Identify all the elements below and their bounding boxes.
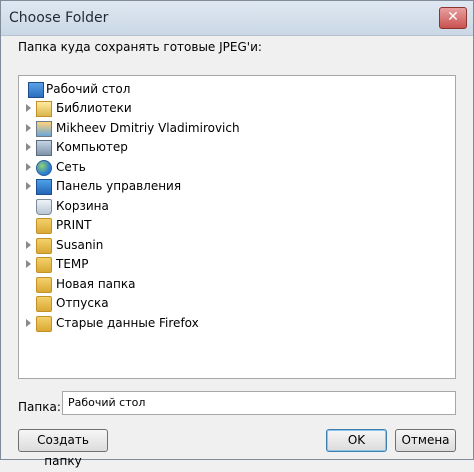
- tree-item-susanin[interactable]: Susanin: [19, 236, 455, 256]
- window-title: Choose Folder: [9, 10, 109, 26]
- expand-arrow-icon[interactable]: [26, 124, 31, 132]
- tree-item-label: Susanin: [56, 238, 104, 252]
- tree-item-control-panel[interactable]: Панель управления: [19, 177, 455, 197]
- cancel-button[interactable]: Отмена: [395, 429, 456, 452]
- tree-item-label: Панель управления: [56, 179, 182, 193]
- tree-item-label: Отпуска: [56, 296, 109, 310]
- tree-item-desktop[interactable]: Рабочий стол: [19, 80, 455, 100]
- expand-arrow-icon[interactable]: [26, 241, 31, 249]
- expand-arrow-icon[interactable]: [26, 163, 31, 171]
- libraries-folder-icon: [36, 101, 52, 117]
- computer-icon: [36, 140, 52, 156]
- tree-item-label: Сеть: [56, 160, 86, 174]
- prompt-label: Папка куда сохранять готовые JPEG'и:: [18, 40, 262, 54]
- folder-input[interactable]: Рабочий стол: [62, 391, 456, 415]
- folder-tree[interactable]: Рабочий стол Библиотеки Mikheev Dmitriy …: [18, 75, 456, 379]
- tree-item-label: Библиотеки: [56, 101, 132, 115]
- new-folder-button[interactable]: Создать папку: [18, 429, 108, 468]
- tree-item-vacations[interactable]: Отпуска: [19, 294, 455, 314]
- tree-item-label: TEMP: [56, 257, 89, 271]
- tree-item-label: Компьютер: [56, 140, 128, 154]
- tree-item-label: Корзина: [56, 199, 109, 213]
- title-bar: Choose Folder ✕: [1, 1, 473, 36]
- tree-item-temp[interactable]: TEMP: [19, 255, 455, 275]
- folder-field-label: Папка:: [18, 400, 61, 414]
- desktop-icon: [28, 82, 44, 98]
- folder-icon: [36, 316, 52, 332]
- tree-item-label: PRINT: [56, 218, 92, 232]
- folder-icon: [36, 257, 52, 273]
- tree-item-computer[interactable]: Компьютер: [19, 138, 455, 158]
- folder-icon: [36, 218, 52, 234]
- expand-arrow-icon[interactable]: [26, 182, 31, 190]
- tree-item-libraries[interactable]: Библиотеки: [19, 99, 455, 119]
- expand-arrow-icon[interactable]: [26, 143, 31, 151]
- folder-icon: [36, 277, 52, 293]
- user-icon: [36, 121, 52, 137]
- expand-arrow-icon[interactable]: [26, 260, 31, 268]
- expand-arrow-icon[interactable]: [26, 104, 31, 112]
- recycle-bin-icon: [36, 199, 52, 215]
- choose-folder-dialog: Choose Folder ✕ Папка куда сохранять гот…: [0, 0, 474, 468]
- network-icon: [36, 160, 52, 176]
- folder-icon: [36, 238, 52, 254]
- expand-arrow-icon[interactable]: [26, 319, 31, 327]
- tree-item-old-firefox-data[interactable]: Старые данные Firefox: [19, 314, 455, 334]
- control-panel-icon: [36, 179, 52, 195]
- tree-item-label: Mikheev Dmitriy Vladimirovich: [56, 121, 240, 135]
- tree-item-label: Старые данные Firefox: [56, 316, 199, 330]
- tree-item-network[interactable]: Сеть: [19, 158, 455, 178]
- tree-item-recycle-bin[interactable]: Корзина: [19, 197, 455, 217]
- tree-item-print[interactable]: PRINT: [19, 216, 455, 236]
- tree-item-label: Новая папка: [56, 277, 136, 291]
- ok-button[interactable]: OK: [326, 429, 387, 452]
- tree-item-user[interactable]: Mikheev Dmitriy Vladimirovich: [19, 119, 455, 139]
- tree-item-label: Рабочий стол: [46, 82, 131, 96]
- close-button[interactable]: ✕: [439, 7, 467, 29]
- folder-icon: [36, 296, 52, 312]
- tree-item-new-folder[interactable]: Новая папка: [19, 275, 455, 295]
